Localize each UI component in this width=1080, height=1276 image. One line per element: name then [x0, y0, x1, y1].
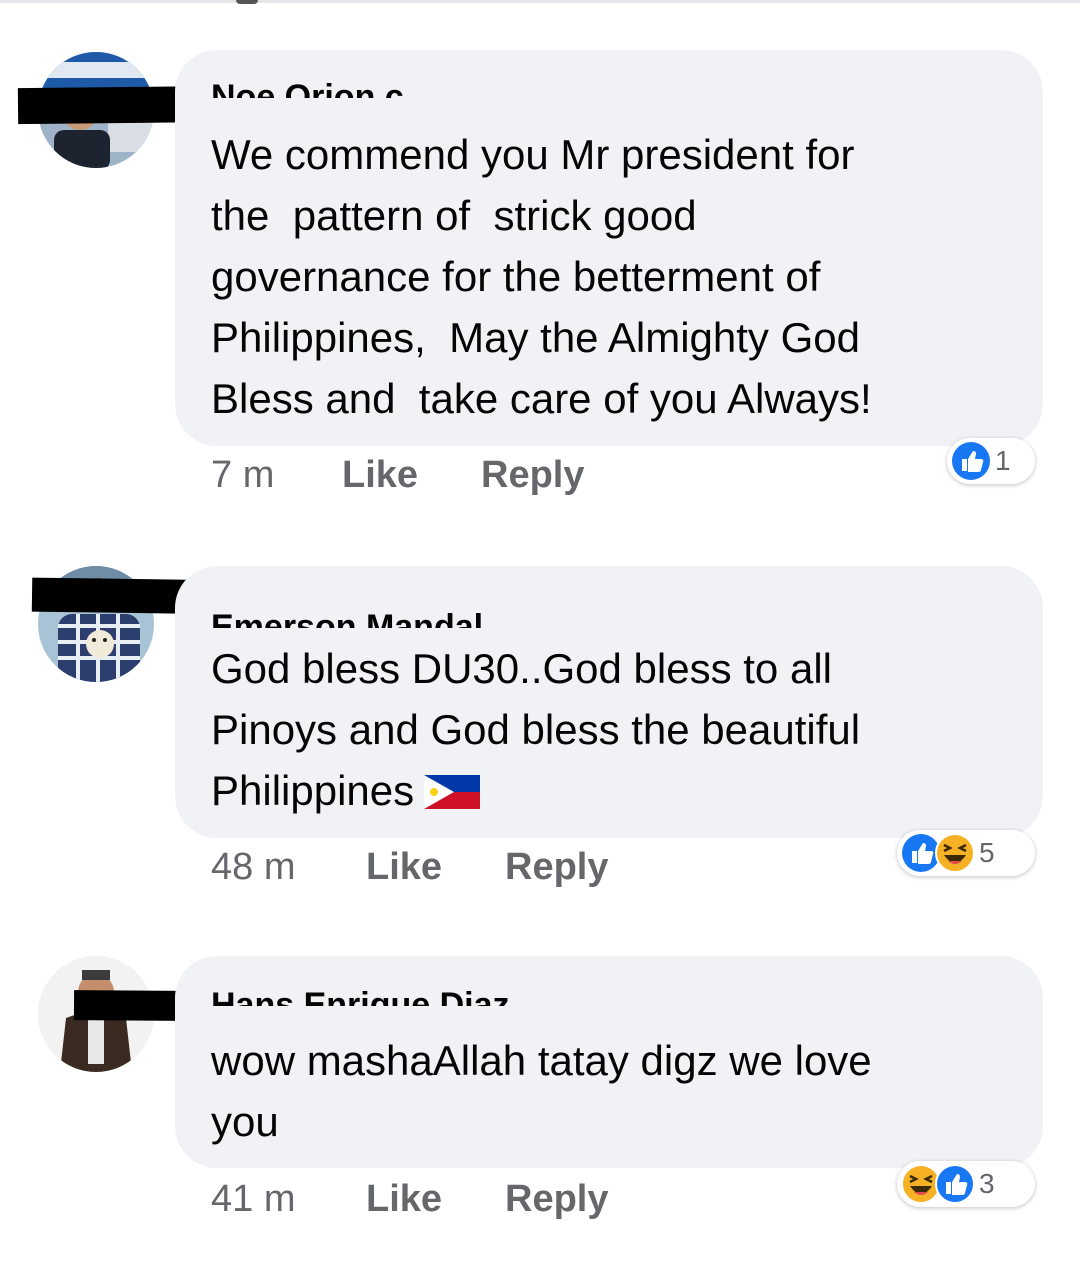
author-name[interactable]: Hans Enrique Diaz: [211, 988, 510, 1006]
reaction-summary[interactable]: 1: [947, 438, 1035, 484]
reply-button[interactable]: Reply: [505, 846, 608, 889]
comment-bubble[interactable]: Hans Enrique Diaz wow mashaAllah tatay d…: [175, 956, 1043, 1168]
like-button[interactable]: Like: [366, 1178, 442, 1221]
author-name[interactable]: Noe Orion c: [211, 80, 404, 98]
haha-icon: [935, 833, 975, 873]
comment-bubble[interactable]: Noe Orion c We commend you Mr president …: [175, 50, 1043, 446]
reaction-summary[interactable]: 5: [897, 830, 1035, 876]
author-name[interactable]: Emerson Mandal: [211, 610, 483, 628]
reaction-count: 5: [979, 837, 995, 868]
reaction-count: 3: [979, 1168, 995, 1199]
timestamp[interactable]: 41 m: [211, 1178, 295, 1221]
comment-text: We commend you Mr president for the patt…: [211, 131, 872, 422]
philippine-flag-icon: [424, 775, 481, 809]
reply-button[interactable]: Reply: [481, 454, 584, 497]
timestamp[interactable]: 7 m: [211, 454, 274, 497]
comment-text-body: God bless DU30..God bless to all Pinoys …: [211, 645, 861, 814]
like-button[interactable]: Like: [366, 846, 442, 889]
reply-button[interactable]: Reply: [505, 1178, 608, 1221]
comment-text: wow mashaAllah tatay digz we love you: [211, 1037, 872, 1145]
timestamp[interactable]: 48 m: [211, 846, 295, 889]
comment-bubble[interactable]: Emerson Mandal God bless DU30..God bless…: [175, 566, 1043, 838]
reaction-summary[interactable]: 3: [897, 1161, 1035, 1207]
top-edge-fragment: [236, 0, 258, 4]
like-icon: [951, 441, 991, 481]
comment-text: God bless DU30..God bless to all Pinoys …: [211, 638, 1003, 821]
reaction-count: 1: [995, 445, 1011, 476]
like-button[interactable]: Like: [342, 454, 418, 497]
like-icon: [935, 1164, 975, 1204]
top-divider: [0, 0, 1080, 3]
